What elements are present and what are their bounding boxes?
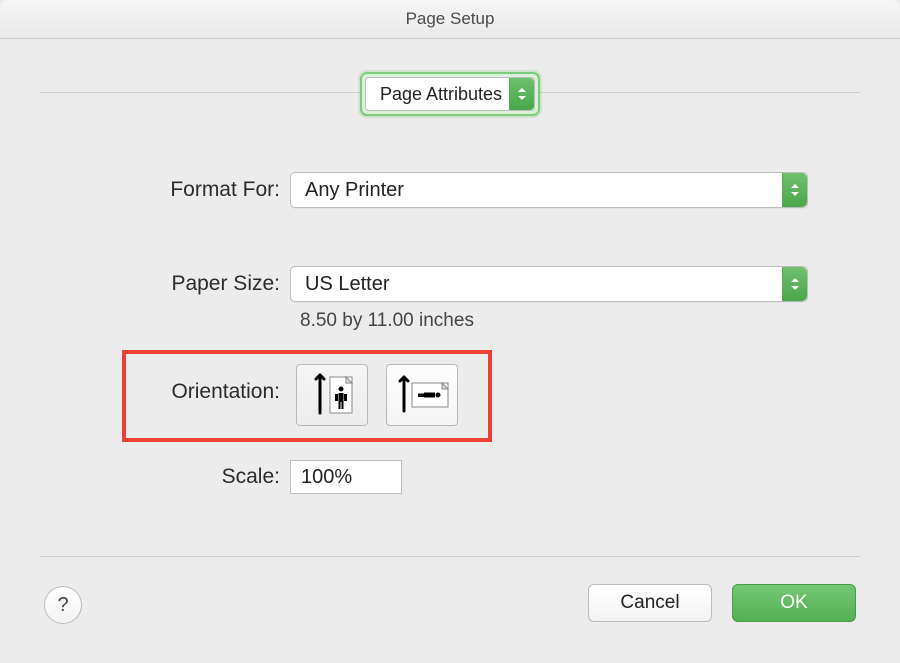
scale-label: Scale: (0, 465, 290, 489)
format-for-dropdown[interactable]: Any Printer (290, 172, 808, 208)
updown-arrows-icon (509, 78, 534, 110)
cancel-button[interactable]: Cancel (588, 584, 712, 622)
paper-size-value: US Letter (305, 273, 389, 296)
ok-button-label: OK (780, 592, 807, 614)
orientation-portrait-button[interactable] (296, 364, 368, 426)
orientation-label: Orientation: (0, 380, 290, 404)
paper-size-note: 8.50 by 11.00 inches (300, 310, 474, 332)
window-title-text: Page Setup (406, 9, 495, 28)
section-dropdown-value: Page Attributes (380, 84, 502, 105)
help-button[interactable]: ? (44, 586, 82, 624)
section-dropdown[interactable]: Page Attributes (360, 72, 540, 116)
window-title: Page Setup (0, 0, 900, 39)
scale-input[interactable] (290, 460, 402, 494)
updown-arrows-icon (782, 173, 807, 207)
page-setup-window: Page Setup Page Attributes Format For: A… (0, 0, 900, 663)
ok-button[interactable]: OK (732, 584, 856, 622)
paper-size-label: Paper Size: (0, 272, 290, 296)
orientation-landscape-button[interactable] (386, 364, 458, 426)
updown-arrows-icon (782, 267, 807, 301)
help-icon: ? (57, 594, 68, 617)
format-for-value: Any Printer (305, 179, 404, 202)
divider-bottom (40, 556, 860, 557)
format-for-label: Format For: (0, 178, 290, 202)
paper-size-dropdown[interactable]: US Letter (290, 266, 808, 302)
portrait-icon (306, 371, 358, 419)
cancel-button-label: Cancel (620, 592, 679, 614)
landscape-icon (392, 371, 452, 419)
